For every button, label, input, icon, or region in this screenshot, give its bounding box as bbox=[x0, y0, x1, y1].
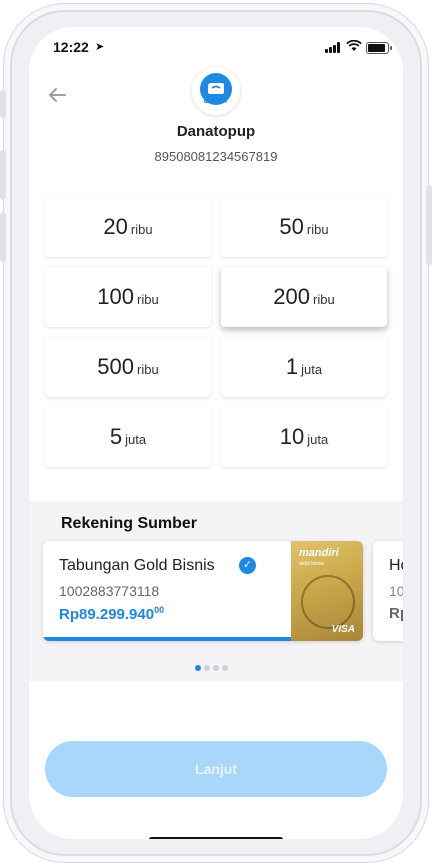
next-account-number: 10 bbox=[389, 583, 403, 599]
amount-value: 5 bbox=[109, 424, 123, 449]
amount-option-500-ribu[interactable]: 500 ribu bbox=[45, 337, 211, 397]
amount-value: 50 bbox=[279, 214, 304, 239]
pager-dot[interactable] bbox=[195, 665, 201, 671]
bank-card-image: mandiri debit bisnis VISA bbox=[291, 541, 363, 641]
home-indicator bbox=[149, 837, 283, 839]
logo-text: DANA bbox=[203, 98, 229, 105]
pager-dot[interactable] bbox=[204, 665, 210, 671]
dana-logo: DANA bbox=[192, 67, 240, 115]
continue-button[interactable]: Lanjut bbox=[45, 741, 387, 797]
next-account-card[interactable]: Ho 10 Rp bbox=[373, 541, 403, 641]
amount-option-100-ribu[interactable]: 100 ribu bbox=[45, 267, 211, 327]
amount-unit: ribu bbox=[306, 221, 329, 237]
amount-unit: juta bbox=[125, 431, 147, 447]
power-button bbox=[426, 185, 432, 265]
amount-unit: juta bbox=[307, 431, 329, 447]
selected-card-indicator bbox=[43, 637, 291, 641]
phone-number: 89508081234567819 bbox=[154, 149, 278, 164]
battery-icon bbox=[366, 42, 392, 54]
volume-up-button bbox=[0, 150, 6, 200]
amount-value: 100 bbox=[97, 284, 135, 309]
signal-icon bbox=[325, 42, 342, 53]
amount-unit: ribu bbox=[313, 291, 335, 307]
amount-option-1-juta[interactable]: 1 juta bbox=[221, 337, 387, 397]
amount-unit: ribu bbox=[137, 291, 159, 307]
mute-switch bbox=[0, 90, 6, 118]
next-account-balance: Rp bbox=[389, 605, 403, 622]
amount-option-50-ribu[interactable]: 50 ribu bbox=[221, 197, 387, 257]
account-name: Tabungan Gold Bisnis bbox=[59, 557, 215, 574]
amount-value: 20 bbox=[103, 214, 128, 239]
wifi-icon bbox=[346, 40, 362, 51]
header: DANA Danatopup 89508081234567819 20 ribu … bbox=[29, 67, 403, 527]
status-bar: 12:22 ➤ bbox=[29, 27, 403, 67]
card-artwork bbox=[301, 575, 355, 629]
amount-option-10-juta[interactable]: 10 juta bbox=[221, 407, 387, 467]
amount-unit: ribu bbox=[130, 221, 153, 237]
merchant-name: Danatopup bbox=[176, 123, 256, 140]
pager-dot[interactable] bbox=[213, 665, 219, 671]
footer: Lanjut bbox=[29, 681, 403, 839]
location-icon: ➤ bbox=[95, 41, 105, 53]
account-balance: Rp89.299.94000 bbox=[59, 605, 164, 623]
mandiri-logo: mandiri bbox=[299, 547, 339, 559]
card-type-label: debit bisnis bbox=[299, 561, 325, 567]
amount-value: 500 bbox=[97, 354, 135, 379]
amount-option-20-ribu[interactable]: 20 ribu bbox=[45, 197, 211, 257]
carousel-pager bbox=[195, 658, 231, 676]
amount-unit: ribu bbox=[137, 361, 159, 377]
pager-dot[interactable] bbox=[222, 665, 228, 671]
source-account-section: Rekening Sumber Tabungan Gold Bisnis ✓ 1… bbox=[29, 501, 403, 681]
screen: 12:22 ➤ DANA Danatopup 89508081234567819 bbox=[29, 27, 403, 839]
amount-value: 10 bbox=[279, 424, 305, 449]
volume-down-button bbox=[0, 212, 6, 262]
amount-option-200-ribu[interactable]: 200 ribu bbox=[221, 267, 387, 327]
visa-logo: VISA bbox=[331, 624, 355, 635]
back-arrow-icon[interactable] bbox=[45, 83, 69, 107]
account-number: 1002883773118 bbox=[59, 583, 160, 599]
next-account-name: Ho bbox=[389, 557, 403, 574]
amount-option-5-juta[interactable]: 5 juta bbox=[45, 407, 211, 467]
status-time: 12:22 bbox=[53, 39, 89, 55]
amount-value: 200 bbox=[273, 284, 311, 309]
section-title: Rekening Sumber bbox=[61, 515, 198, 532]
amount-value: 1 bbox=[285, 354, 299, 379]
verified-check-icon: ✓ bbox=[239, 557, 256, 574]
amount-unit: juta bbox=[301, 361, 323, 377]
balance-cents: 00 bbox=[154, 605, 165, 615]
balance-amount: Rp89.299.940 bbox=[59, 606, 155, 623]
account-card[interactable]: Tabungan Gold Bisnis ✓ 1002883773118 Rp8… bbox=[43, 541, 363, 641]
